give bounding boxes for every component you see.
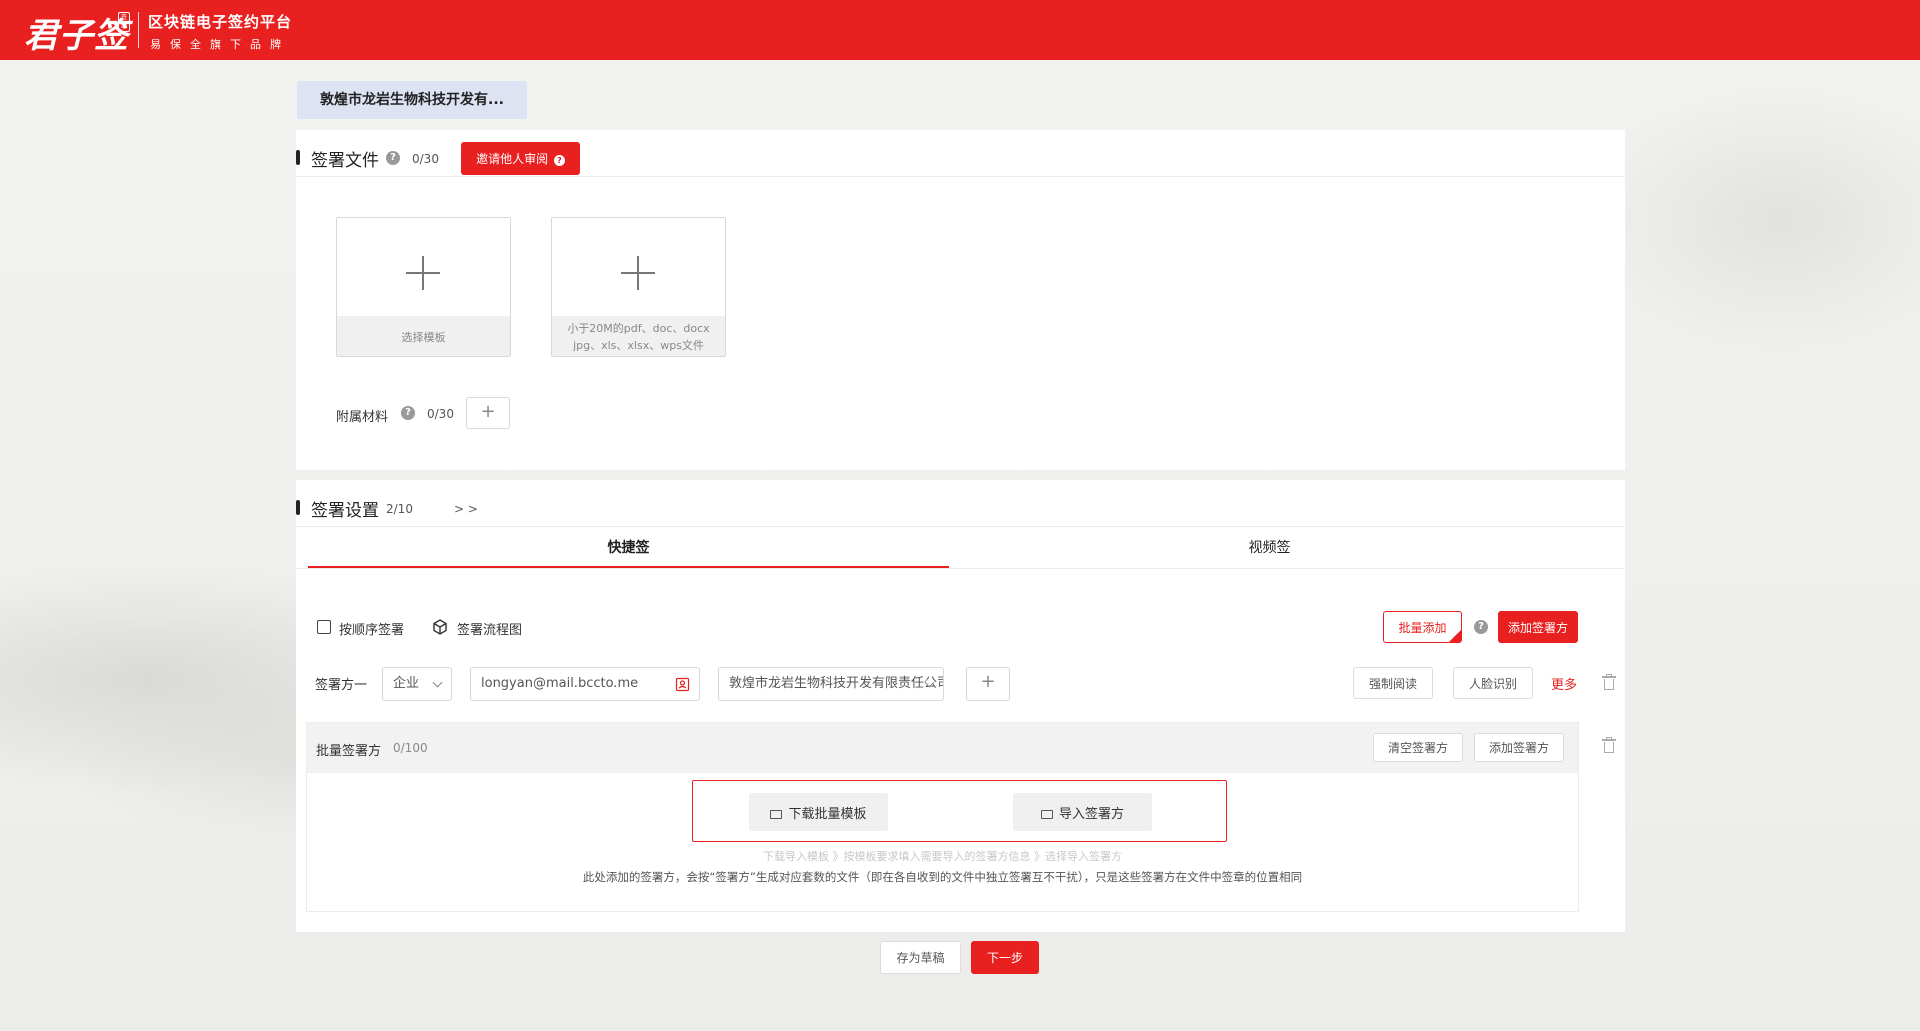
help-icon[interactable]: ? (1474, 620, 1488, 634)
sign-settings-count: 2/10 (386, 502, 413, 516)
sign-settings-title: 签署设置 (311, 501, 379, 521)
sign-files-count: 0/30 (412, 152, 439, 166)
import-signers-label: 导入签署方 (1058, 806, 1124, 822)
batch-header: 批量签署方 0/100 清空签署方 添加签署方 (307, 723, 1578, 773)
chevron-down-icon (432, 677, 443, 688)
upload-caption: 小于20M的pdf、doc、docx jpg、xls、xlsx、wps文件 (552, 316, 725, 356)
help-icon[interactable]: ? (386, 151, 400, 165)
section-marker (296, 500, 300, 515)
next-step-button[interactable]: 下一步 (971, 941, 1039, 974)
batch-add-button[interactable]: 批量添加 (1383, 611, 1462, 643)
more-link[interactable]: 更多 (1551, 674, 1577, 693)
import-steps-text: 下载导入模板 》按模板要求填入需要导入的签署方信息 》选择导入签署方 (763, 850, 1122, 863)
folder-icon (770, 809, 783, 819)
add-signer-button[interactable]: 添加签署方 (1498, 611, 1578, 643)
force-read-button[interactable]: 强制阅读 (1353, 667, 1433, 699)
sequential-checkbox[interactable] (317, 620, 331, 634)
upload-caption-line1: 小于20M的pdf、doc、docx (567, 322, 710, 335)
upload-caption-line2: jpg、xls、xlsx、wps文件 (573, 339, 704, 352)
section-marker (296, 150, 300, 165)
folder-icon (1040, 809, 1053, 819)
batch-add-signer-button[interactable]: 添加签署方 (1474, 733, 1564, 762)
template-caption-text: 选择模板 (401, 330, 446, 344)
company-tab[interactable]: 敦煌市龙岩生物科技开发有... (297, 81, 527, 119)
signer-company-select[interactable]: 敦煌市龙岩生物科技开发有限责任公司 (718, 667, 944, 701)
tab-quick-sign[interactable]: 快捷签 (308, 528, 949, 568)
logo-seal-icon: 签约 (118, 12, 130, 32)
plus-icon (337, 218, 510, 316)
sign-files-title: 签署文件 (311, 151, 379, 171)
attachments-count: 0/30 (427, 407, 454, 421)
attachments-label: 附属材料 (336, 410, 389, 425)
signer-email-value: longyan@mail.bccto.me (481, 676, 639, 691)
info-icon: ? (553, 155, 565, 166)
download-template-label: 下载批量模板 (788, 806, 867, 822)
cube-icon[interactable] (432, 619, 448, 635)
sequential-label: 按顺序签署 (339, 623, 405, 638)
logo: 君子签 (24, 16, 129, 56)
face-recognition-button[interactable]: 人脸识别 (1453, 667, 1533, 699)
batch-note-text: 此处添加的签署方，会按“签署方”生成对应套数的文件（即在各自收到的文件中独立签署… (582, 870, 1303, 884)
template-caption: 选择模板 (337, 316, 510, 356)
top-bar: 君子签 签约 区块链电子签约平台 易保全旗下品牌 (0, 0, 1920, 60)
sign-files-card: 签署文件 ? 0/30 邀请他人审阅 ? 选择模板 小于20M的pdf、doc、… (296, 130, 1625, 470)
signer-type-value: 企业 (393, 676, 420, 691)
batch-add-label: 批量添加 (1398, 620, 1447, 635)
sign-files-header: 签署文件 ? 0/30 邀请他人审阅 ? (296, 130, 1625, 177)
add-signer-field-button[interactable]: + (966, 667, 1010, 701)
signer-label: 签署方一 (315, 678, 368, 693)
import-area: 下载批量模板 导入签署方 (692, 780, 1227, 842)
download-template-button[interactable]: 下载批量模板 (749, 793, 888, 831)
flowchart-label[interactable]: 签署流程图 (457, 619, 522, 638)
logo-divider (138, 12, 139, 48)
batch-signers-panel: 批量签署方 0/100 清空签署方 添加签署方 下载批量模板 导入签署方 下载导… (306, 722, 1579, 912)
clear-signers-button[interactable]: 清空签署方 (1373, 733, 1463, 762)
import-signers-button[interactable]: 导入签署方 (1013, 793, 1152, 831)
batch-title: 批量签署方 (316, 744, 382, 759)
corner-check-icon (1449, 630, 1461, 642)
platform-subtitle: 易保全旗下品牌 (150, 38, 290, 51)
tabs-divider (296, 568, 1625, 569)
select-template-box[interactable]: 选择模板 (336, 217, 511, 357)
tab-video-sign[interactable]: 视频签 (949, 528, 1590, 568)
platform-title: 区块链电子签约平台 (148, 13, 293, 31)
upload-file-box[interactable]: 小于20M的pdf、doc、docx jpg、xls、xlsx、wps文件 (551, 217, 726, 357)
save-draft-button[interactable]: 存为草稿 (880, 941, 961, 974)
signer-email-input[interactable]: longyan@mail.bccto.me (470, 667, 700, 701)
signer-company-value: 敦煌市龙岩生物科技开发有限责任公司 (729, 676, 944, 691)
add-attachment-button[interactable]: + (466, 397, 510, 429)
contact-book-icon[interactable] (675, 677, 690, 692)
batch-count: 0/100 (393, 741, 428, 755)
invite-review-button[interactable]: 邀请他人审阅 ? (461, 142, 580, 175)
delete-batch-icon[interactable] (1602, 737, 1616, 754)
plus-icon (552, 218, 725, 316)
help-icon[interactable]: ? (401, 406, 415, 420)
sign-settings-card: 签署设置 2/10 > > 快捷签 视频签 按顺序签署 签署流程图 批量添加 ?… (296, 480, 1625, 932)
signer-type-select[interactable]: 企业 (382, 667, 452, 701)
invite-review-label: 邀请他人审阅 (476, 152, 549, 166)
sign-settings-header: 签署设置 2/10 > > (296, 480, 1625, 527)
expand-toggle[interactable]: > > (454, 502, 478, 516)
delete-signer-icon[interactable] (1602, 674, 1616, 691)
